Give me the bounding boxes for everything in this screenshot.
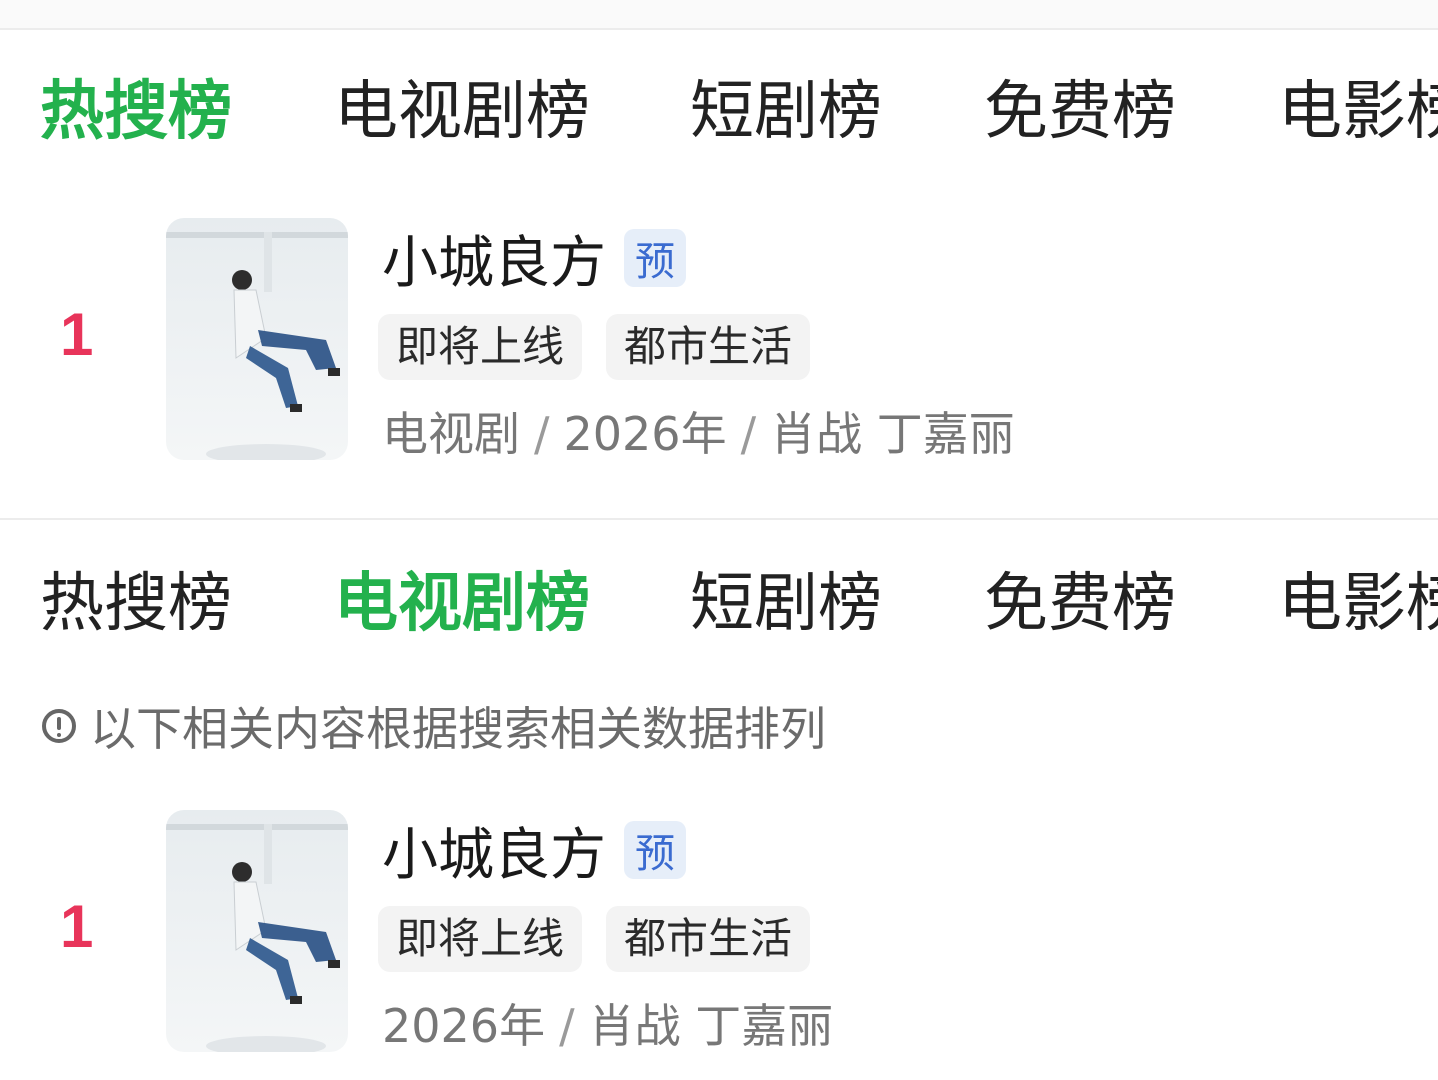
- tag-upcoming[interactable]: 即将上线: [378, 314, 583, 380]
- item-title[interactable]: 小城良方: [382, 810, 606, 891]
- info-circle-icon: [42, 709, 76, 743]
- meta-separator: /: [740, 407, 757, 461]
- tab-free[interactable]: 免费榜: [984, 62, 1176, 162]
- rank-number: 1: [60, 893, 94, 960]
- pre-release-badge: 预: [624, 821, 686, 879]
- meta-separator: /: [559, 999, 575, 1053]
- meta-cast: 肖战 丁嘉丽: [770, 407, 1015, 461]
- title-row: 小城良方 预: [382, 810, 686, 890]
- rank-number: 1: [60, 301, 94, 368]
- tag-genre[interactable]: 都市生活: [606, 314, 811, 380]
- tab-movie[interactable]: 电影榜: [1278, 554, 1438, 654]
- tab-short-drama[interactable]: 短剧榜: [690, 554, 882, 654]
- tab-free[interactable]: 免费榜: [984, 554, 1176, 654]
- top-strip: [0, 0, 1438, 28]
- meta-separator: /: [534, 407, 550, 461]
- meta-cast: 肖战 丁嘉丽: [588, 999, 834, 1053]
- meta-type: 电视剧: [382, 407, 520, 461]
- divider-middle: [0, 518, 1438, 520]
- tab-hot-search[interactable]: 热搜榜: [40, 554, 232, 654]
- item-meta: 电视剧/2026年 / 肖战 丁嘉丽: [382, 398, 1015, 464]
- title-row: 小城良方 预: [382, 218, 686, 298]
- ranking-notice: 以下相关内容根据搜索相关数据排列: [42, 698, 826, 756]
- list-item[interactable]: 1 小城良方: [0, 218, 1438, 468]
- tab-tv-series[interactable]: 电视剧榜: [334, 62, 590, 162]
- list-item[interactable]: 1 小城良方: [0, 810, 1438, 1060]
- meta-year: 2026年: [563, 407, 727, 461]
- pre-release-badge: 预: [624, 229, 686, 287]
- tag-upcoming[interactable]: 即将上线: [378, 906, 583, 972]
- notice-text: 以下相关内容根据搜索相关数据排列: [90, 702, 826, 756]
- tab-tv-series[interactable]: 电视剧榜: [334, 554, 590, 654]
- tab-bar: 热搜榜 电视剧榜 短剧榜 免费榜 电影榜: [0, 554, 1438, 654]
- meta-year: 2026年: [382, 999, 546, 1053]
- tab-hot-search[interactable]: 热搜榜: [40, 62, 232, 162]
- tab-movie[interactable]: 电影榜: [1278, 62, 1438, 162]
- tag-list: 即将上线 都市生活: [378, 314, 834, 380]
- poster-image[interactable]: [166, 218, 348, 460]
- tag-genre[interactable]: 都市生活: [606, 906, 811, 972]
- item-meta: 2026年 / 肖战 丁嘉丽: [382, 990, 833, 1056]
- tab-bar: 热搜榜 电视剧榜 短剧榜 免费榜 电影榜: [0, 62, 1438, 162]
- tag-list: 即将上线 都市生活: [378, 906, 834, 972]
- divider-top: [0, 28, 1438, 30]
- poster-image[interactable]: [166, 810, 348, 1052]
- item-title[interactable]: 小城良方: [382, 218, 606, 299]
- tab-short-drama[interactable]: 短剧榜: [690, 62, 882, 162]
